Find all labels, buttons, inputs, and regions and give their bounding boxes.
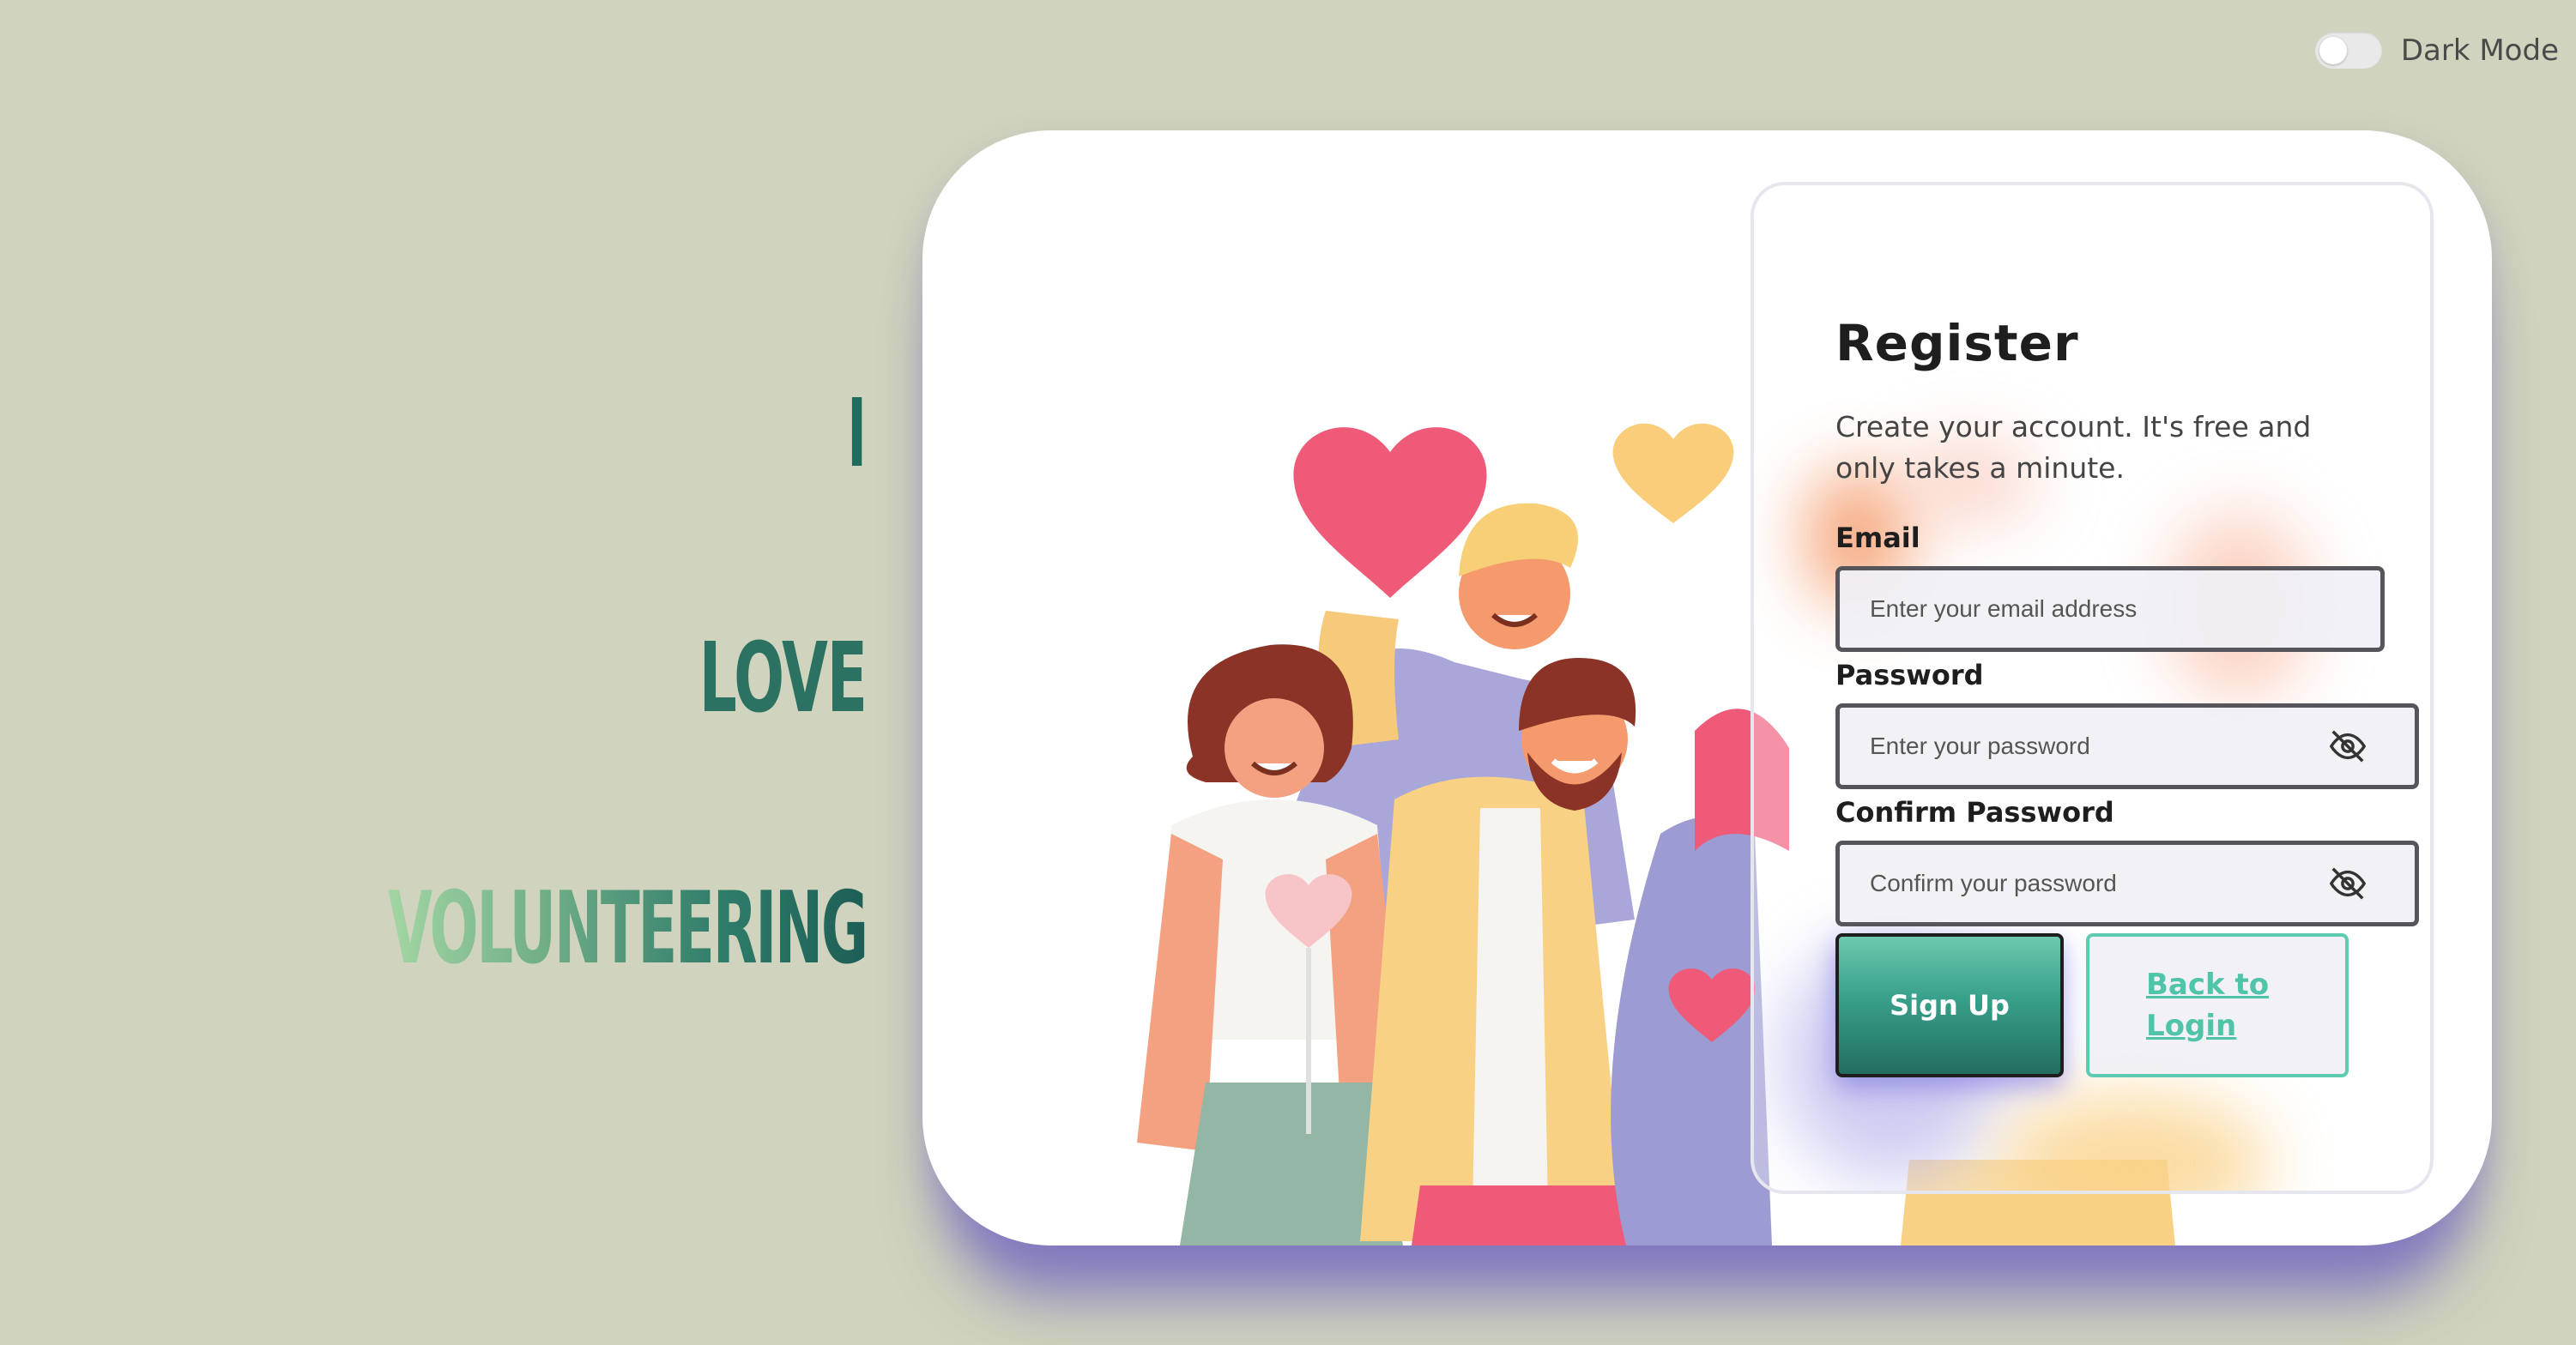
slogan-word-i: I: [847, 378, 867, 488]
back-to-login-link[interactable]: Back to Login: [2146, 964, 2275, 1046]
sign-up-button[interactable]: Sign Up: [1835, 933, 2064, 1077]
eye-slash-icon[interactable]: [2328, 864, 2367, 903]
register-title: Register: [1835, 314, 2079, 372]
dark-mode-label: Dark Mode: [2400, 33, 2559, 68]
email-field[interactable]: Enter your email address: [1835, 566, 2385, 652]
toggle-knob: [2319, 37, 2347, 64]
bearded-man-shirt: [1472, 808, 1549, 1245]
bearded-man-smile: [1551, 758, 1599, 774]
confirm-password-field[interactable]: Confirm your password: [1835, 841, 2419, 926]
woman-head: [1225, 698, 1324, 798]
password-field[interactable]: Enter your password: [1835, 703, 2419, 789]
eye-slash-icon[interactable]: [2328, 727, 2367, 766]
dark-mode-toggle[interactable]: [2314, 33, 2382, 69]
password-label: Password: [1835, 659, 1984, 691]
register-panel: Register Create your account. It's free …: [1751, 182, 2434, 1194]
form-actions: Sign Up Back to Login: [1835, 933, 2419, 1077]
register-subtitle: Create your account. It's free and only …: [1835, 410, 2312, 485]
slogan-word-love: LOVE: [698, 623, 868, 734]
confirm-password-label: Confirm Password: [1835, 796, 2114, 829]
right-person-jacket: [1611, 817, 1772, 1245]
email-placeholder: Enter your email address: [1870, 595, 2138, 622]
back-to-login-button[interactable]: Back to Login: [2086, 933, 2349, 1077]
confirm-password-placeholder: Confirm your password: [1870, 870, 2117, 896]
register-card: Register Create your account. It's free …: [922, 130, 2492, 1245]
big-heart-icon: [1293, 427, 1487, 598]
email-label: Email: [1835, 522, 1920, 554]
register-form: Register Create your account. It's free …: [1835, 314, 2419, 1077]
dark-mode-control: Dark Mode: [2314, 33, 2559, 69]
password-placeholder: Enter your password: [1870, 733, 2090, 759]
small-heart-icon: [1612, 423, 1734, 523]
slogan-word-volunteering: VOLUNTEERING: [388, 871, 868, 986]
